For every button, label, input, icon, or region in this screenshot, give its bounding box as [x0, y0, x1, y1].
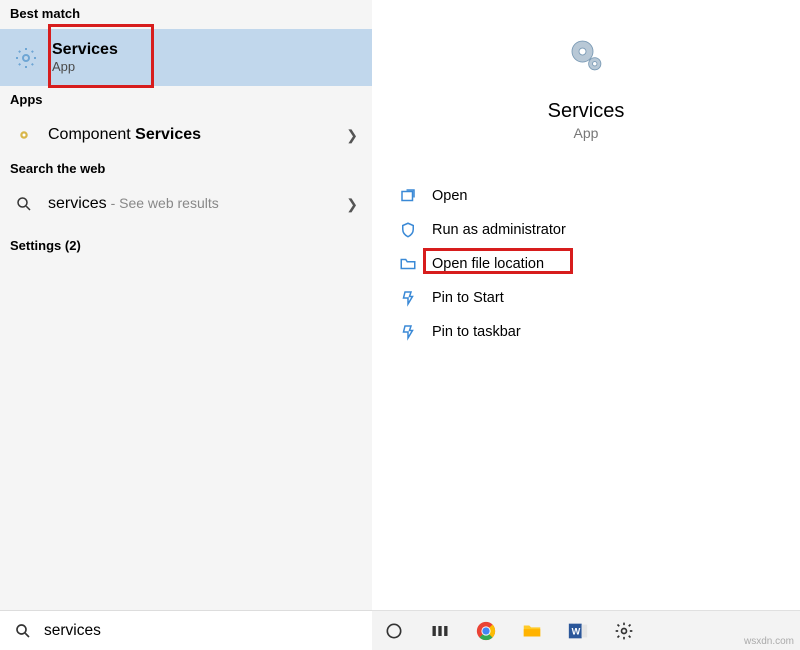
search-icon: [14, 622, 32, 640]
settings-gear-icon[interactable]: [612, 619, 636, 643]
open-icon: [398, 186, 418, 206]
action-label: Pin to taskbar: [432, 324, 521, 340]
action-label: Run as administrator: [432, 222, 566, 238]
action-label: Open: [432, 188, 467, 204]
chrome-icon[interactable]: [474, 619, 498, 643]
file-explorer-icon[interactable]: [520, 619, 544, 643]
result-services-app[interactable]: Services App: [0, 29, 372, 86]
detail-title: Services: [548, 100, 625, 123]
watermark: wsxdn.com: [744, 636, 794, 647]
pin-icon: [398, 288, 418, 308]
action-label: Open file location: [432, 256, 544, 272]
section-best-match: Best match: [0, 0, 372, 29]
action-open-file-location[interactable]: Open file location: [394, 247, 778, 281]
action-pin-to-start[interactable]: Pin to Start: [394, 281, 778, 315]
action-pin-to-taskbar[interactable]: Pin to taskbar: [394, 315, 778, 349]
section-search-web: Search the web: [0, 155, 372, 184]
result-subtitle: App: [52, 59, 118, 74]
taskbar: W: [372, 610, 800, 650]
chevron-right-icon: ❯: [346, 196, 358, 213]
action-run-as-administrator[interactable]: Run as administrator: [394, 213, 778, 247]
section-apps: Apps: [0, 86, 372, 115]
result-label: services - See web results: [48, 195, 219, 213]
task-view-icon[interactable]: [428, 619, 452, 643]
action-label: Pin to Start: [432, 290, 504, 306]
gear-icon: [14, 46, 38, 70]
shield-icon: [398, 220, 418, 240]
search-input[interactable]: [44, 622, 358, 640]
section-settings[interactable]: Settings (2): [0, 224, 372, 261]
cortana-icon[interactable]: [382, 619, 406, 643]
chevron-right-icon: ❯: [346, 127, 358, 144]
result-label: Component Services: [48, 126, 201, 144]
svg-text:W: W: [572, 626, 581, 636]
services-large-icon: [565, 34, 607, 76]
result-title: Services: [52, 41, 118, 59]
search-icon: [14, 194, 34, 214]
component-services-icon: [14, 125, 34, 145]
action-open[interactable]: Open: [394, 179, 778, 213]
folder-icon: [398, 254, 418, 274]
result-web-search[interactable]: services - See web results ❯: [0, 184, 372, 224]
pin-icon: [398, 322, 418, 342]
search-bar[interactable]: [0, 610, 372, 650]
word-icon[interactable]: W: [566, 619, 590, 643]
result-component-services[interactable]: Component Services ❯: [0, 115, 372, 155]
detail-subtitle: App: [574, 125, 599, 141]
